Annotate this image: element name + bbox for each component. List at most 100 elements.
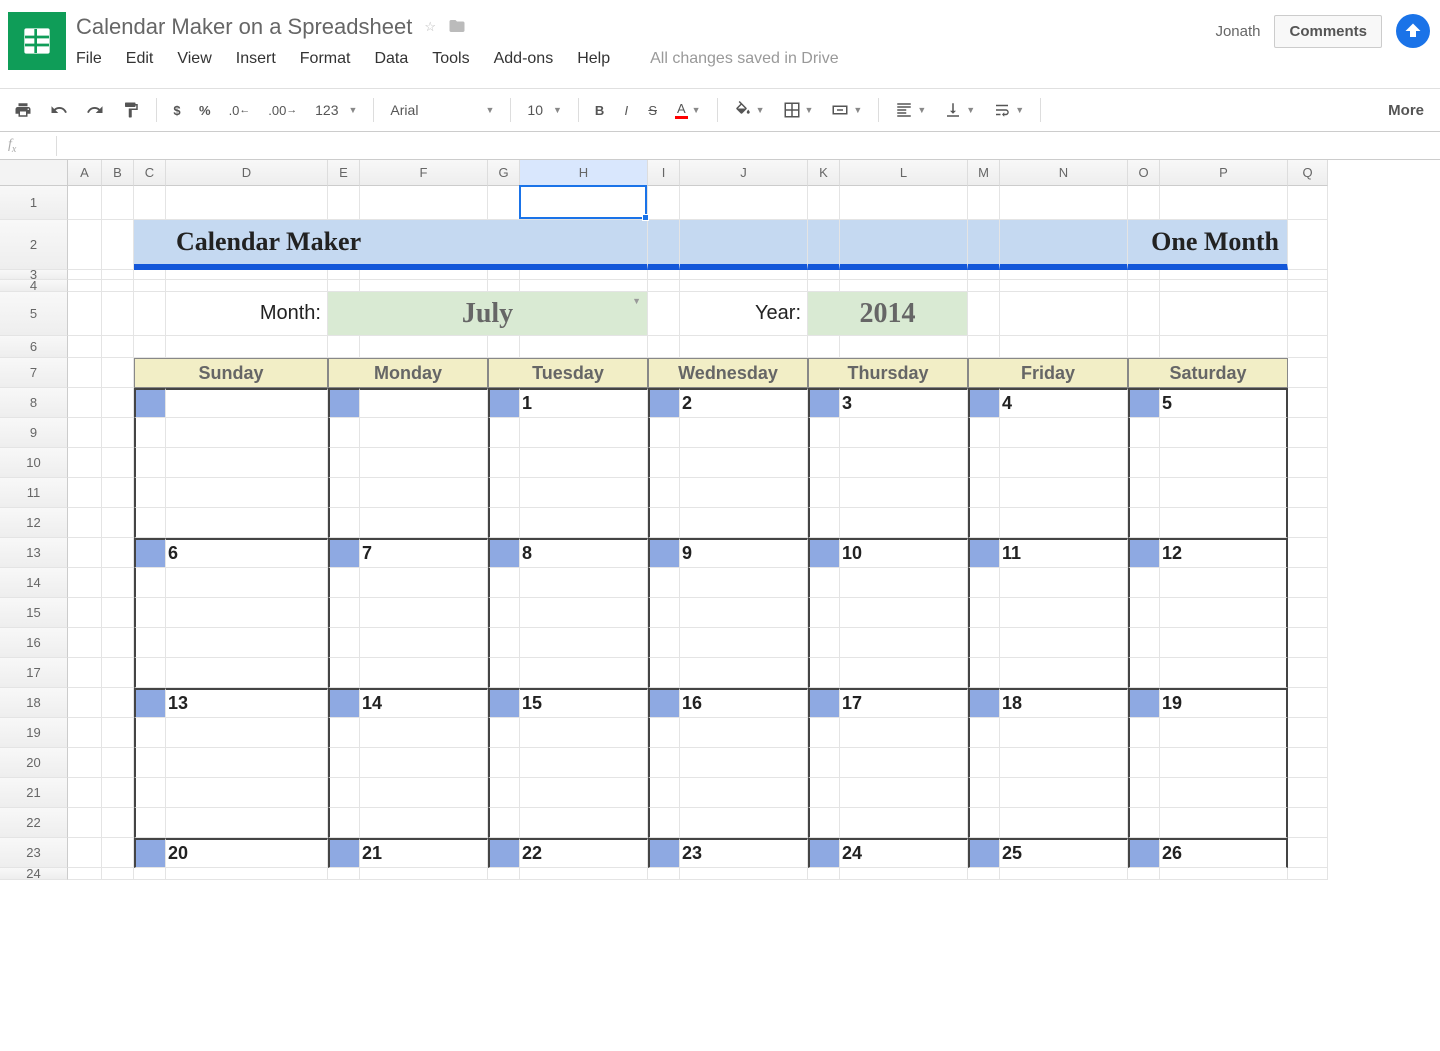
cell[interactable]	[520, 808, 648, 838]
sheets-logo[interactable]	[8, 12, 66, 70]
cell[interactable]	[360, 418, 488, 448]
cell[interactable]	[102, 418, 134, 448]
cell[interactable]	[488, 868, 520, 880]
cell[interactable]	[134, 598, 166, 628]
weekday-header[interactable]: Friday	[968, 358, 1128, 388]
cell[interactable]	[1000, 418, 1128, 448]
row-header-4[interactable]: 4	[0, 280, 68, 292]
cell[interactable]	[840, 628, 968, 658]
cell[interactable]	[680, 478, 808, 508]
cell[interactable]	[1128, 448, 1160, 478]
cell[interactable]	[328, 748, 360, 778]
cell[interactable]	[648, 868, 680, 880]
cell[interactable]	[680, 718, 808, 748]
cell[interactable]	[166, 718, 328, 748]
cell[interactable]	[1000, 718, 1128, 748]
redo-icon[interactable]	[78, 97, 112, 123]
row-header-5[interactable]: 5	[0, 292, 68, 336]
cell[interactable]	[1160, 186, 1288, 220]
cell[interactable]	[1128, 778, 1160, 808]
date-number[interactable]: 13	[166, 688, 328, 718]
cell[interactable]	[680, 336, 808, 358]
cell[interactable]	[328, 418, 360, 448]
cell[interactable]	[1160, 778, 1288, 808]
cell[interactable]	[648, 628, 680, 658]
cell[interactable]	[166, 598, 328, 628]
cell[interactable]	[648, 568, 680, 598]
cell[interactable]	[102, 778, 134, 808]
cell[interactable]	[328, 448, 360, 478]
cell[interactable]	[68, 868, 102, 880]
cell[interactable]	[1128, 478, 1160, 508]
cell[interactable]	[968, 718, 1000, 748]
cell[interactable]	[360, 868, 488, 880]
comments-button[interactable]: Comments	[1274, 15, 1382, 48]
cell[interactable]	[102, 448, 134, 478]
cell[interactable]	[360, 808, 488, 838]
month-label[interactable]: Month:	[166, 292, 328, 336]
cell[interactable]	[680, 186, 808, 220]
row-header-7[interactable]: 7	[0, 358, 68, 388]
cell[interactable]	[1288, 388, 1328, 418]
cell[interactable]	[134, 658, 166, 688]
cell[interactable]	[102, 186, 134, 220]
cell[interactable]	[1000, 508, 1128, 538]
cell[interactable]	[360, 718, 488, 748]
cell[interactable]	[1128, 418, 1160, 448]
cell[interactable]	[360, 336, 488, 358]
cell[interactable]	[520, 598, 648, 628]
row-header-18[interactable]: 18	[0, 688, 68, 718]
cell[interactable]	[1000, 280, 1128, 292]
menu-format[interactable]: Format	[300, 50, 351, 68]
increase-decimal-icon[interactable]: .00→	[260, 99, 305, 122]
cell[interactable]	[648, 220, 680, 270]
cell[interactable]	[648, 418, 680, 448]
cell[interactable]	[840, 418, 968, 448]
undo-icon[interactable]	[42, 97, 76, 123]
currency-icon[interactable]: $	[165, 99, 189, 122]
cell[interactable]	[840, 478, 968, 508]
col-header-K[interactable]: K	[808, 160, 840, 186]
date-marker[interactable]	[488, 838, 520, 868]
row-header-8[interactable]: 8	[0, 388, 68, 418]
year-dropdown[interactable]: 2014	[808, 292, 968, 336]
cell[interactable]	[488, 478, 520, 508]
fill-color-icon[interactable]: ▼	[726, 97, 773, 123]
cell[interactable]	[680, 270, 808, 280]
cell[interactable]	[488, 778, 520, 808]
cell[interactable]	[102, 336, 134, 358]
cell[interactable]	[68, 418, 102, 448]
cell[interactable]	[488, 808, 520, 838]
cell[interactable]	[134, 448, 166, 478]
cell[interactable]	[1160, 628, 1288, 658]
date-marker[interactable]	[134, 388, 166, 418]
date-number[interactable]: 21	[360, 838, 488, 868]
date-number[interactable]: 2	[680, 388, 808, 418]
cell[interactable]	[648, 658, 680, 688]
cell[interactable]	[488, 508, 520, 538]
cell[interactable]	[488, 658, 520, 688]
cell[interactable]	[1288, 336, 1328, 358]
cell[interactable]	[1288, 868, 1328, 880]
date-number[interactable]: 8	[520, 538, 648, 568]
date-marker[interactable]	[968, 838, 1000, 868]
cell[interactable]	[1128, 336, 1160, 358]
cell[interactable]	[68, 778, 102, 808]
cell[interactable]	[808, 568, 840, 598]
cell[interactable]	[102, 808, 134, 838]
cell[interactable]	[648, 508, 680, 538]
cell[interactable]	[68, 336, 102, 358]
cell[interactable]	[166, 658, 328, 688]
cell[interactable]	[166, 808, 328, 838]
cell[interactable]	[166, 186, 328, 220]
col-header-J[interactable]: J	[680, 160, 808, 186]
cell[interactable]	[1288, 748, 1328, 778]
col-header-C[interactable]: C	[134, 160, 166, 186]
cell[interactable]	[68, 448, 102, 478]
cell[interactable]	[1288, 280, 1328, 292]
col-header-O[interactable]: O	[1128, 160, 1160, 186]
banner-title-right[interactable]: One Month	[1128, 220, 1288, 270]
cell[interactable]	[68, 808, 102, 838]
cell[interactable]	[968, 292, 1000, 336]
cell[interactable]	[68, 508, 102, 538]
